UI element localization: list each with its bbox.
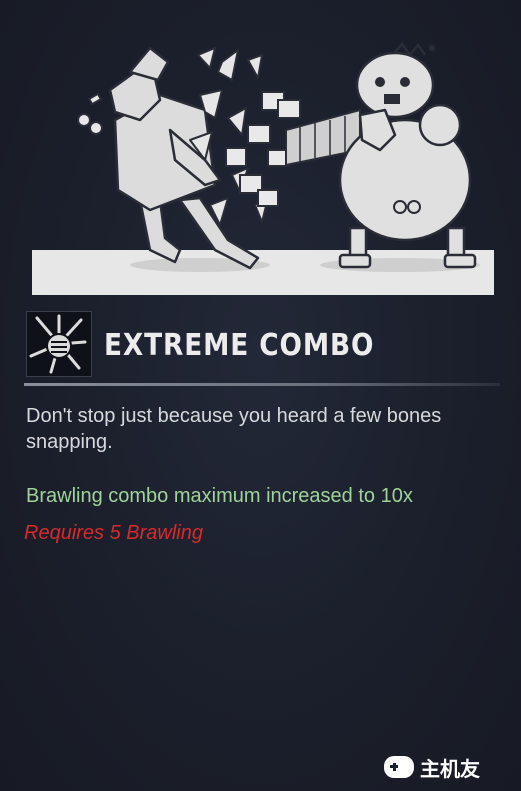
watermark-text: 主机友 bbox=[420, 756, 480, 781]
perk-requirement: Requires 5 Brawling bbox=[24, 522, 203, 544]
fist-impact-icon bbox=[26, 311, 92, 377]
perk-description: Don't stop just because you heard a few … bbox=[26, 405, 442, 453]
watermark: 主机友 bbox=[384, 750, 514, 784]
perk-card: EXTREME COMBO Don't stop just because yo… bbox=[0, 0, 521, 791]
perk-illustration bbox=[0, 0, 521, 300]
divider bbox=[24, 383, 500, 386]
perk-header: EXTREME COMBO bbox=[24, 308, 504, 378]
perk-effect: Brawling combo maximum increased to 10x bbox=[26, 485, 413, 507]
perk-title: EXTREME COMBO bbox=[104, 328, 375, 363]
gamepad-icon bbox=[384, 756, 414, 778]
